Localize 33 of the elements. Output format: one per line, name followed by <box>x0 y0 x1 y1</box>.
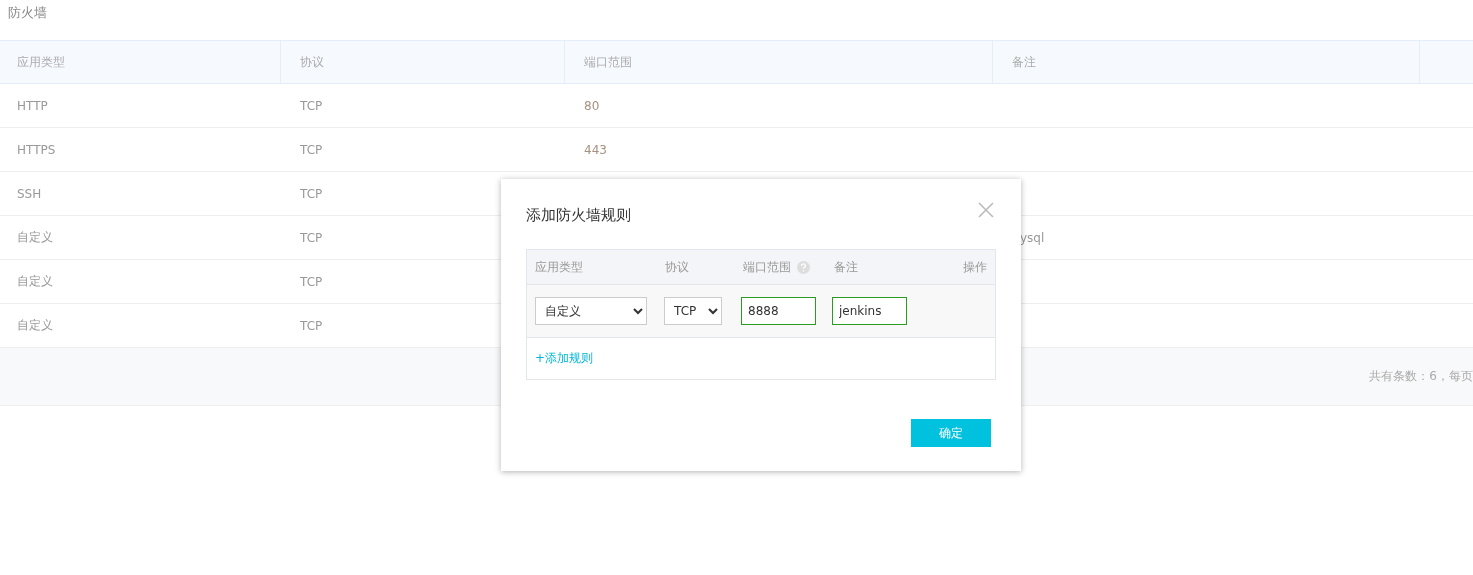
table-cell: 443 <box>584 142 607 157</box>
column-header: 应用类型 <box>535 258 584 276</box>
column-header: 端口范围 <box>565 41 993 83</box>
note-input[interactable]: jenkins <box>832 297 907 325</box>
table-cell: TCP <box>300 318 323 333</box>
table-cell: TCP <box>300 98 323 113</box>
protocol-select[interactable]: TCP <box>664 297 722 325</box>
pagination-summary: 共有条数：6，每页 <box>1369 368 1473 385</box>
type-select[interactable]: 自定义 <box>535 297 647 325</box>
table-cell: TCP <box>300 142 323 157</box>
column-header: 应用类型 <box>0 41 281 83</box>
table-cell: ysql <box>1020 230 1045 245</box>
table-cell: TCP <box>300 230 323 245</box>
column-header: 端口范围 <box>743 258 791 276</box>
help-icon[interactable] <box>797 260 810 274</box>
column-header: 备注 <box>834 258 859 276</box>
table-cell: 自定义 <box>17 317 53 334</box>
column-header: 协议 <box>281 41 565 83</box>
port-input[interactable]: 8888 <box>741 297 816 325</box>
dialog-title: 添加防火墙规则 <box>526 205 631 225</box>
table-cell: 自定义 <box>17 229 53 246</box>
column-header: 协议 <box>665 258 690 276</box>
column-header: 备注 <box>993 41 1420 83</box>
table-cell: HTTPS <box>17 142 56 157</box>
table-cell: SSH <box>17 186 42 201</box>
table-cell: TCP <box>300 274 323 289</box>
close-icon[interactable] <box>978 202 994 218</box>
table-cell: 80 <box>584 98 600 113</box>
table-cell: 自定义 <box>17 273 53 290</box>
table-cell: TCP <box>300 186 323 201</box>
column-header: 操作 <box>963 258 987 276</box>
page-title: 防火墙 <box>7 4 48 22</box>
table-cell: HTTP <box>17 98 48 113</box>
